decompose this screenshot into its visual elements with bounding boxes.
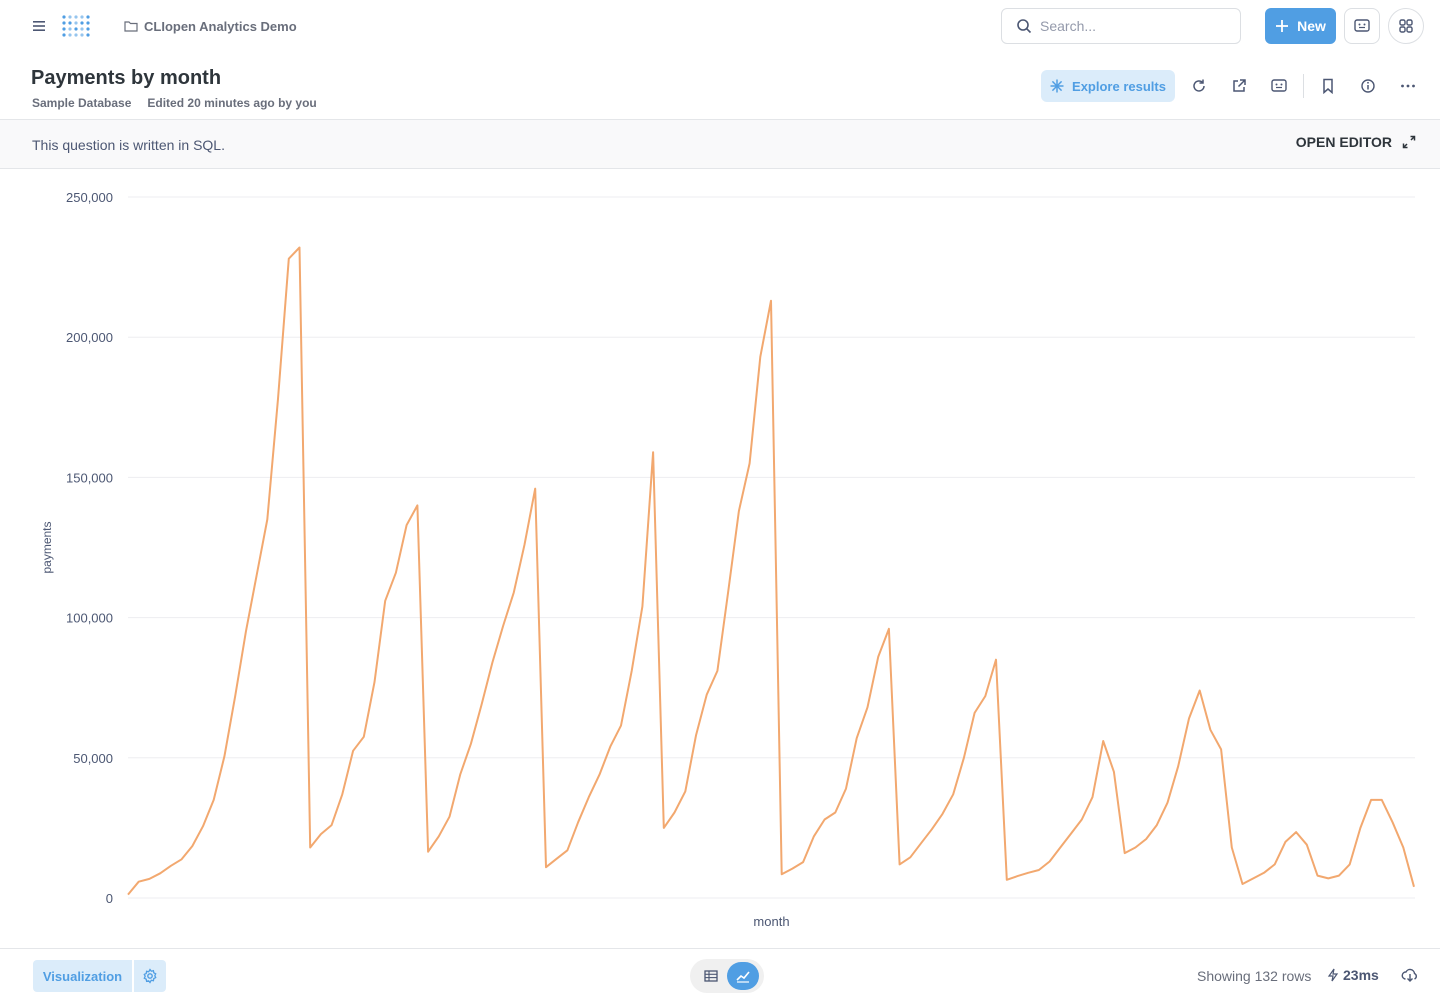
table-icon <box>704 970 718 982</box>
chart-svg: 0 50,000 100,000 150,000 200,000 250,000 month… <box>40 190 1415 929</box>
line-chart-icon <box>736 971 750 983</box>
y-tick-label: 100,000 <box>66 611 113 626</box>
y-tick-label: 250,000 <box>66 190 113 205</box>
metabot-button[interactable] <box>1344 8 1380 44</box>
folder-icon <box>124 21 138 32</box>
visualization-settings-button[interactable] <box>134 960 166 992</box>
gear-icon <box>143 968 157 984</box>
y-tick-label: 200,000 <box>66 330 113 345</box>
refresh-icon[interactable] <box>1187 74 1211 98</box>
expand-icon <box>1402 135 1416 149</box>
plus-icon <box>1276 20 1289 32</box>
bolt-icon <box>1327 968 1339 982</box>
new-button[interactable]: New <box>1265 8 1336 44</box>
grid-icon <box>1399 19 1413 33</box>
open-editor-button[interactable]: OPEN EDITOR <box>1296 134 1416 150</box>
more-options-icon[interactable] <box>1396 74 1420 98</box>
breadcrumb-collection[interactable]: CLIopen Analytics Demo <box>124 17 297 35</box>
timing-value: 23ms <box>1343 967 1379 983</box>
page-title[interactable]: Payments by month <box>31 67 221 90</box>
sql-notice-banner: This question is written in SQL. OPEN ED… <box>0 119 1440 169</box>
explore-results-label: Explore results <box>1072 78 1166 94</box>
visualization-button[interactable]: Visualization <box>33 960 132 992</box>
apps-button[interactable] <box>1388 8 1424 44</box>
line-chart: 0 50,000 100,000 150,000 200,000 250,000 month… <box>0 170 1440 948</box>
sql-notice-text: This question is written in SQL. <box>32 137 225 153</box>
collection-name: CLIopen Analytics Demo <box>144 18 297 34</box>
top-nav: CLIopen Analytics Demo New <box>0 0 1440 52</box>
footer-bar: Visualization Showing 132 rows 23ms <box>0 948 1440 1000</box>
open-editor-label: OPEN EDITOR <box>1295 134 1392 150</box>
download-icon[interactable] <box>1400 965 1420 985</box>
display-toggle <box>690 959 764 993</box>
search-input[interactable] <box>1040 18 1220 34</box>
y-tick-label: 0 <box>106 891 113 906</box>
database-link[interactable]: Sample Database <box>32 96 131 110</box>
y-tick-label: 50,000 <box>73 751 113 766</box>
y-tick-label: 150,000 <box>66 470 113 485</box>
search-box[interactable] <box>1001 8 1241 44</box>
chat-bot-icon <box>1354 19 1370 32</box>
logo-icon[interactable] <box>58 10 92 42</box>
hamburger-menu-icon[interactable] <box>26 14 52 38</box>
new-button-label: New <box>1297 18 1326 34</box>
bookmark-icon[interactable] <box>1316 74 1340 98</box>
question-meta: Sample Database Edited 20 minutes ago by… <box>32 96 317 110</box>
explore-results-button[interactable]: Explore results <box>1041 70 1175 102</box>
x-axis-label: month <box>753 914 789 929</box>
series-line <box>127 246 1415 896</box>
query-timing: 23ms <box>1327 967 1379 983</box>
edited-info[interactable]: Edited 20 minutes ago by you <box>147 96 316 110</box>
sparkle-icon <box>1050 79 1064 93</box>
table-view-button[interactable] <box>695 962 727 990</box>
chart-view-button[interactable] <box>727 962 759 990</box>
row-count: Showing 132 rows <box>1197 968 1312 984</box>
search-icon <box>1017 19 1032 34</box>
metabot-icon[interactable] <box>1267 74 1291 98</box>
info-icon[interactable] <box>1356 74 1380 98</box>
share-icon[interactable] <box>1227 74 1251 98</box>
header-divider <box>1303 74 1304 98</box>
y-axis-label: payments <box>40 521 54 573</box>
